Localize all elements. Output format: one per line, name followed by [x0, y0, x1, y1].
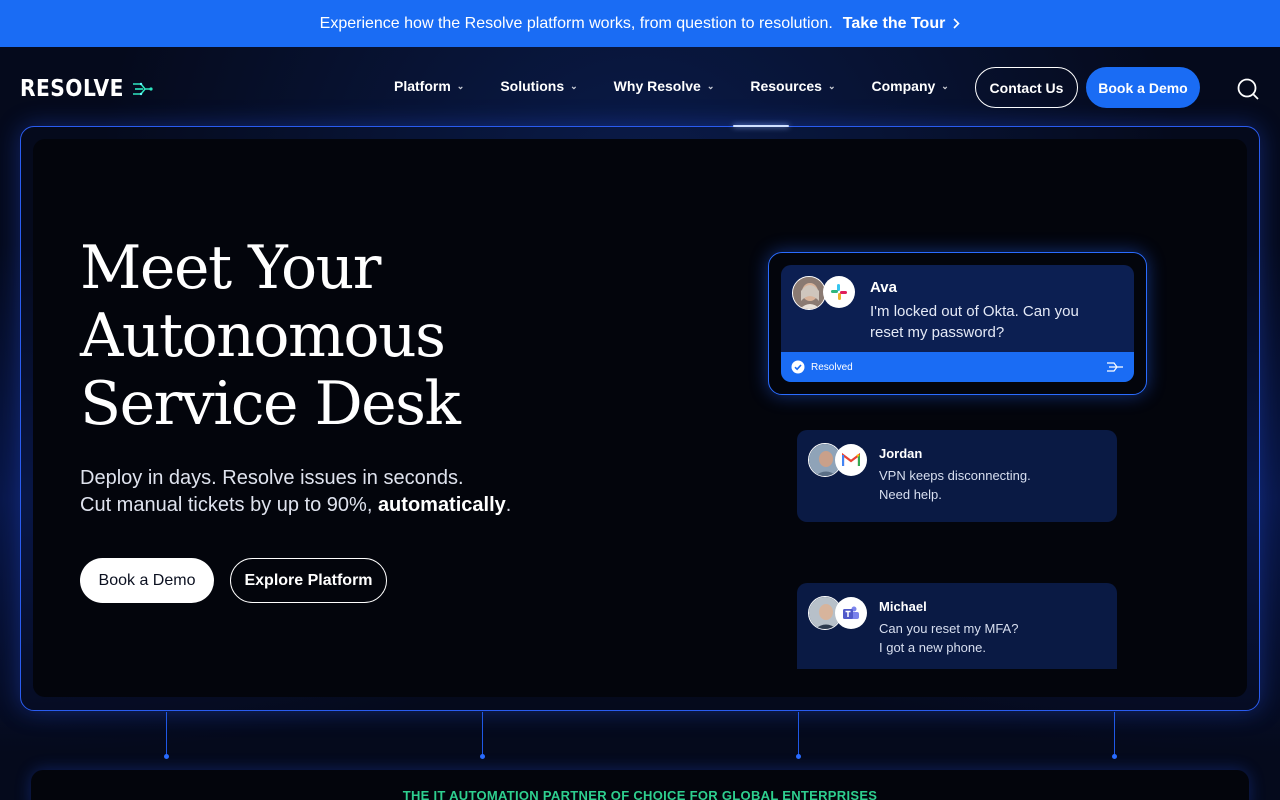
- chat-message-line: I got a new phone.: [879, 640, 986, 655]
- chat-message-line: VPN keeps disconnecting.: [879, 468, 1031, 483]
- slack-icon: [823, 276, 855, 308]
- connector-line: [480, 712, 485, 759]
- chat-sender-name: Jordan: [879, 446, 923, 461]
- chevron-down-icon: ⌄: [941, 80, 949, 91]
- chat-message: VPN keeps disconnecting. Need help.: [879, 466, 1031, 504]
- book-demo-nav-button[interactable]: Book a Demo: [1086, 67, 1200, 108]
- resolved-status-bar: Resolved: [781, 352, 1134, 382]
- nav-item-solutions[interactable]: Solutions ⌄: [500, 78, 577, 94]
- hero-subtitle-line1: Deploy in days. Resolve issues in second…: [80, 467, 464, 489]
- explore-platform-button[interactable]: Explore Platform: [230, 558, 387, 603]
- partners-tagline: THE IT AUTOMATION PARTNER OF CHOICE FOR …: [402, 788, 878, 800]
- hero-subtitle: Deploy in days. Resolve issues in second…: [80, 465, 511, 519]
- search-icon[interactable]: [1236, 77, 1260, 101]
- connector-line: [796, 712, 801, 759]
- nav-item-label: Solutions: [500, 78, 565, 94]
- chevron-down-icon: ⌄: [827, 80, 836, 91]
- nav-item-company[interactable]: Company ⌄: [872, 78, 949, 94]
- subtitle-text: Cut manual tickets by up to 90%,: [80, 494, 378, 516]
- resolve-logo[interactable]: RESOLVE: [20, 76, 153, 102]
- frame-accent: [733, 125, 789, 127]
- subtitle-emphasis: automatically: [377, 494, 506, 516]
- chat-sender-name: Ava: [870, 279, 897, 296]
- nav-item-resources[interactable]: Resources ⌄: [750, 78, 835, 94]
- logo-mark-icon: [133, 82, 153, 96]
- connector-line: [1112, 712, 1117, 759]
- connector-line: [164, 712, 169, 759]
- chat-sender-name: Michael: [879, 599, 927, 614]
- nav-item-why-resolve[interactable]: Why Resolve ⌄: [614, 78, 715, 94]
- hero-title-line: Service Desk: [80, 369, 461, 439]
- nav-menu: Platform ⌄ Solutions ⌄ Why Resolve ⌄ Resour…: [394, 78, 985, 94]
- check-circle-icon: [791, 360, 805, 374]
- chevron-down-icon: ⌄: [456, 80, 465, 91]
- nav-item-label: Company: [871, 78, 936, 94]
- chat-card-michael: Michael Can you reset my MFA? I got a ne…: [797, 583, 1117, 669]
- chat-message-line: Can you reset my MFA?: [879, 621, 1019, 636]
- gmail-icon: [835, 444, 867, 476]
- chat-message-line: Need help.: [879, 487, 942, 502]
- contact-us-button[interactable]: Contact Us: [975, 67, 1078, 108]
- take-the-tour-label: Take the Tour: [842, 14, 946, 32]
- chat-message: Can you reset my MFA? I got a new phone.: [879, 619, 1018, 657]
- teams-icon: [835, 597, 867, 629]
- avatar: [792, 276, 826, 310]
- nav-item-label: Platform: [394, 78, 451, 94]
- take-the-tour-link[interactable]: Take the Tour: [843, 15, 961, 33]
- announcement-banner: Experience how the Resolve platform work…: [0, 0, 1280, 47]
- main-nav: RESOLVE Platform ⌄ Solutions ⌄ Why Resolve…: [0, 47, 1280, 127]
- hero-title-line: Autonomous: [80, 301, 446, 371]
- hero-subtitle-line2: Cut manual tickets by up to 90%, automat…: [80, 492, 511, 519]
- chat-message: I'm locked out of Okta. Can you reset my…: [870, 301, 1079, 343]
- chat-card-ava: Ava I'm locked out of Okta. Can you rese…: [781, 265, 1134, 382]
- resolve-mark-icon: [1107, 362, 1123, 372]
- chat-message-line: I'm locked out of Okta. Can you: [870, 303, 1079, 320]
- book-demo-button[interactable]: Book a Demo: [80, 558, 214, 603]
- hero-title-line: Meet Your: [80, 233, 381, 303]
- nav-item-platform[interactable]: Platform ⌄: [394, 78, 464, 94]
- resolved-label: Resolved: [811, 361, 853, 373]
- banner-text: Experience how the Resolve platform work…: [319, 14, 833, 32]
- chevron-down-icon: ⌄: [570, 80, 578, 91]
- hero-title: Meet Your Autonomous Service Desk: [80, 233, 461, 439]
- chevron-right-icon: [953, 18, 960, 29]
- chat-card-jordan: Jordan VPN keeps disconnecting. Need hel…: [797, 430, 1117, 522]
- logo-text: RESOLVE: [20, 76, 124, 102]
- chat-message-line: reset my password?: [870, 324, 1005, 341]
- nav-item-label: Why Resolve: [613, 78, 701, 94]
- nav-item-label: Resources: [750, 78, 822, 94]
- partners-panel: THE IT AUTOMATION PARTNER OF CHOICE FOR …: [31, 770, 1249, 800]
- chevron-down-icon: ⌄: [706, 80, 715, 91]
- subtitle-text: .: [505, 494, 512, 516]
